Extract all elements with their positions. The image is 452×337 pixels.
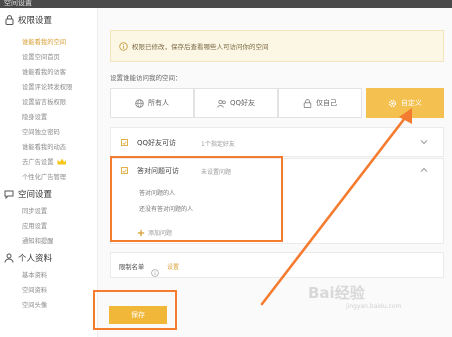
baidu-watermark: Bai经验	[308, 284, 365, 302]
qzone-settings-page: 空间设置 权限设置 谁能看我的空间 设置空间首页 谁能看我的访客 设置评论转发权…	[0, 0, 452, 337]
baidu-watermark-url: jingyan.baidu.com	[346, 303, 402, 310]
annotation-arrow	[260, 108, 412, 306]
